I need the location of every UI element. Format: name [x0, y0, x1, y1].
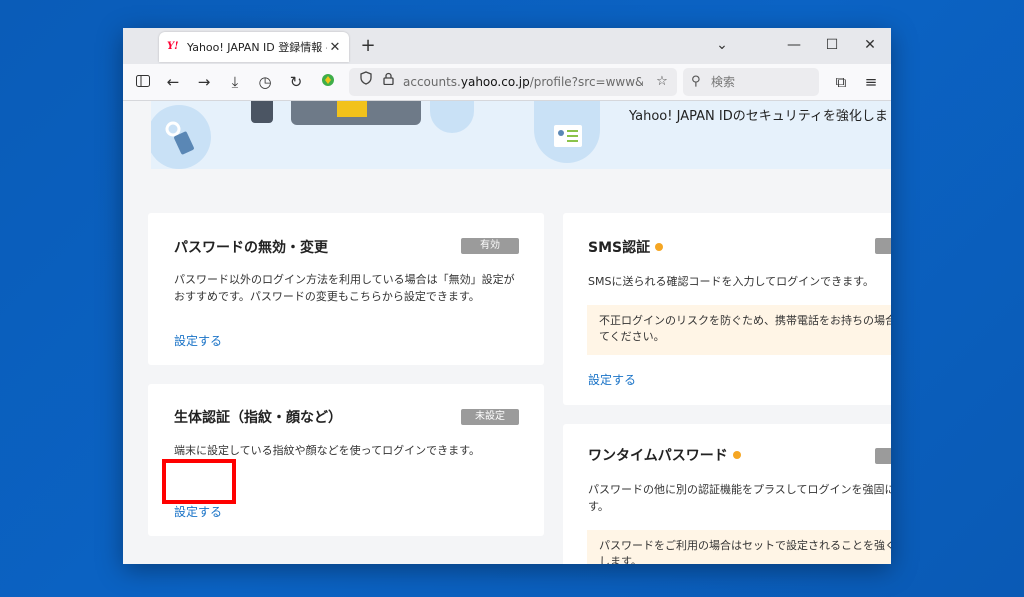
sms-setup-link[interactable]: 設定する — [588, 371, 636, 388]
tracking-protection-shield-icon[interactable] — [355, 70, 377, 94]
history-clock-icon[interactable]: ◷ — [253, 70, 277, 94]
password-card-title: パスワードの無効・変更 — [174, 240, 328, 256]
status-badge — [875, 238, 891, 254]
hero-heading: Yahoo! JAPAN IDのセキュリティを強化しま — [629, 109, 888, 124]
new-tab-button[interactable]: + — [357, 35, 379, 57]
address-bar[interactable]: accounts.yahoo.co.jp/profile?src=www&don… — [349, 68, 677, 96]
yahoo-favicon-icon: Y! — [167, 41, 179, 52]
extension-icon[interactable] — [316, 70, 340, 94]
status-dot-icon — [655, 243, 664, 251]
sidebar-icon[interactable] — [131, 70, 155, 94]
sms-notice: 不正ログインのリスクを防ぐため、携帯電話をお持ちの場合は設 てください。 — [587, 305, 891, 355]
scan-illustration-icon — [430, 101, 474, 133]
minimize-icon[interactable]: — — [775, 28, 813, 64]
sms-card-description: SMSに送られる確認コードを入力してログインできます。 — [588, 275, 875, 288]
search-icon: ⚲ — [691, 74, 701, 89]
close-window-icon[interactable]: ✕ — [851, 28, 889, 64]
phone-illustration-icon — [251, 101, 273, 123]
key-tag-illustration-icon — [151, 105, 211, 169]
tab-title: Yahoo! JAPAN ID 登録情報 - Yahoo — [187, 41, 327, 54]
menu-hamburger-icon[interactable]: ≡ — [859, 70, 883, 94]
back-icon[interactable]: ← — [161, 70, 185, 94]
reload-icon[interactable]: ↻ — [284, 70, 308, 94]
url-text[interactable]: accounts.yahoo.co.jp/profile?src=www&don… — [403, 68, 643, 96]
onetime-card-description: パスワードの他に別の認証機能をプラスしてログインを強固に す。 — [588, 483, 891, 513]
tab-strip: Y! Yahoo! JAPAN ID 登録情報 - Yahoo ✕ + ⌄ — … — [123, 28, 891, 64]
page-content: Yahoo! JAPAN IDのセキュリティを強化しま パスワードの無効・変更 … — [123, 101, 891, 564]
status-dot-icon — [732, 451, 741, 459]
onetime-card-title: ワンタイムパスワード — [588, 445, 741, 465]
maximize-icon[interactable]: ☐ — [813, 28, 851, 64]
password-card-description: パスワード以外のログイン方法を利用している場合は「無効」設定が おすすめです。パ… — [174, 273, 515, 303]
close-tab-icon[interactable]: ✕ — [327, 40, 343, 55]
biometric-card-description: 端末に設定している指紋や顔などを使ってログインできます。 — [174, 444, 481, 457]
extensions-puzzle-icon[interactable]: ⧉ — [829, 70, 853, 94]
biometric-setup-link[interactable]: 設定する — [174, 503, 222, 520]
list-all-tabs-chevron-icon[interactable]: ⌄ — [703, 28, 741, 64]
highlight-box — [162, 459, 236, 504]
browser-window: Y! Yahoo! JAPAN ID 登録情報 - Yahoo ✕ + ⌄ — … — [123, 28, 891, 564]
lock-icon[interactable] — [377, 70, 399, 94]
search-bar[interactable]: ⚲ 検索 — [683, 68, 819, 96]
tab-yahoo-profile[interactable]: Y! Yahoo! JAPAN ID 登録情報 - Yahoo ✕ — [159, 32, 349, 62]
onetime-notice: パスワードをご利用の場合はセットで設定されることを強くおす します。 — [587, 530, 891, 564]
password-setup-link[interactable]: 設定する — [174, 332, 222, 349]
search-placeholder: 検索 — [711, 75, 736, 89]
padlock-illustration-icon — [337, 101, 367, 117]
nav-toolbar: ← → ⤓ ◷ ↻ accounts.yahoo.co.jp/profile?s… — [123, 64, 891, 101]
status-badge: 有効 — [461, 238, 519, 254]
bookmark-star-icon[interactable]: ☆ — [651, 70, 673, 94]
sms-card-title: SMS認証 — [588, 237, 664, 257]
biometric-card-title: 生体認証（指紋・顔など） — [174, 410, 342, 426]
status-badge — [875, 448, 891, 464]
onetime-password-card: ワンタイムパスワード パスワードの他に別の認証機能をプラスしてログインを強固に … — [563, 424, 891, 564]
download-icon[interactable]: ⤓ — [223, 70, 247, 94]
password-card: パスワードの無効・変更 有効 パスワード以外のログイン方法を利用している場合は「… — [148, 213, 544, 365]
status-badge: 未設定 — [461, 409, 519, 425]
hero-banner: Yahoo! JAPAN IDのセキュリティを強化しま — [151, 101, 891, 169]
id-card-illustration-icon — [534, 101, 600, 163]
forward-icon[interactable]: → — [192, 70, 216, 94]
sms-card: SMS認証 SMSに送られる確認コードを入力してログインできます。 不正ログイン… — [563, 213, 891, 405]
